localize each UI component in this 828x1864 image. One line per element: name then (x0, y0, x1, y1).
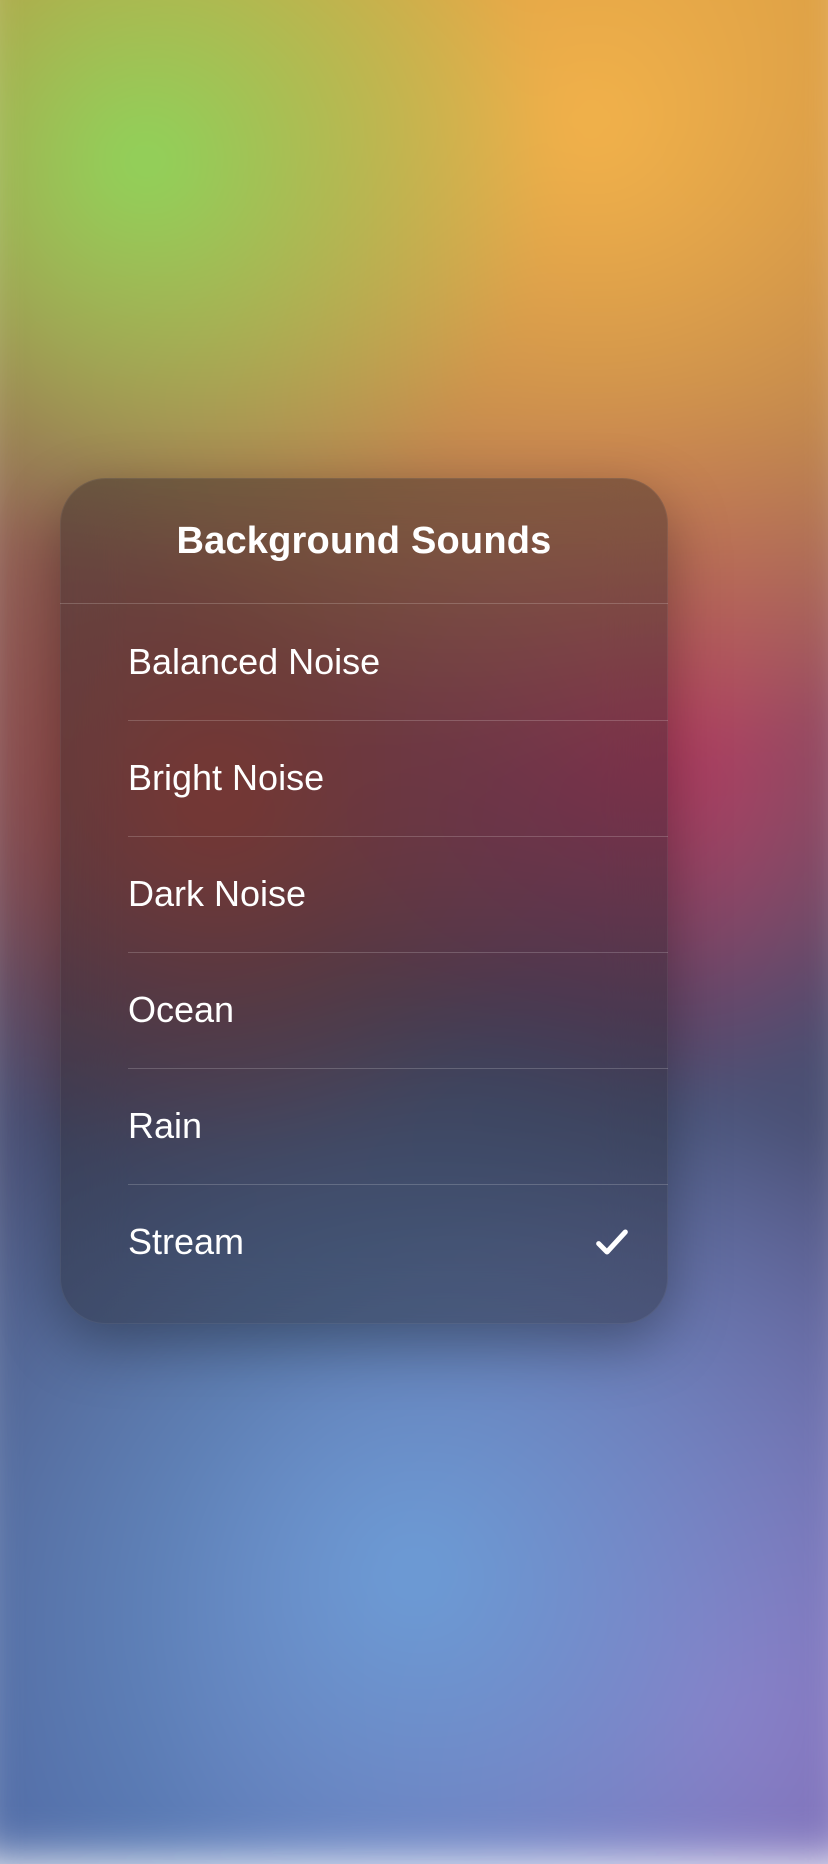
sound-option-label: Balanced Noise (128, 641, 380, 683)
checkmark-icon (592, 1222, 632, 1262)
sound-option-label: Bright Noise (128, 757, 324, 799)
sound-option-label: Rain (128, 1105, 202, 1147)
sound-option[interactable]: Stream (60, 1184, 668, 1300)
sound-option[interactable]: Ocean (60, 952, 668, 1068)
sound-option-label: Dark Noise (128, 873, 306, 915)
panel-title: Background Sounds (60, 478, 668, 603)
background-sounds-panel: Background Sounds Balanced Noise Bright N… (60, 478, 668, 1324)
sound-option-label: Stream (128, 1221, 244, 1263)
sound-option-label: Ocean (128, 989, 234, 1031)
sound-list: Balanced Noise Bright Noise Dark Noise Ocea… (60, 604, 668, 1324)
sound-option[interactable]: Dark Noise (60, 836, 668, 952)
sound-option[interactable]: Bright Noise (60, 720, 668, 836)
sound-option[interactable]: Rain (60, 1068, 668, 1184)
sound-option[interactable]: Balanced Noise (60, 604, 668, 720)
